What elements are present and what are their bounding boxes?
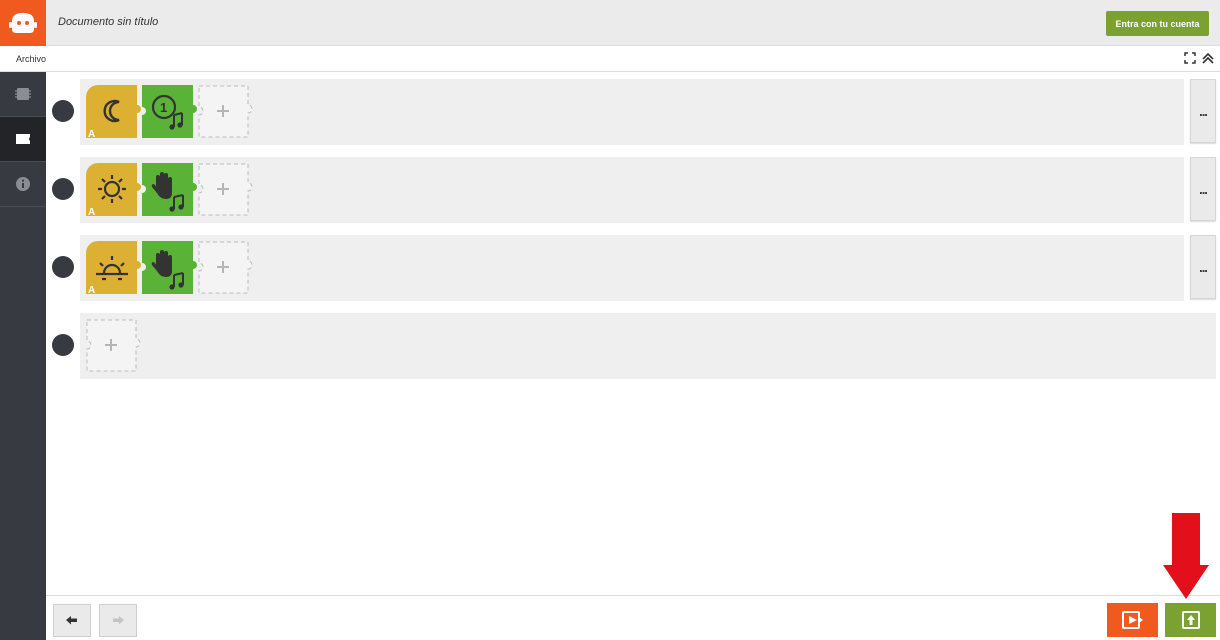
chip-icon (15, 88, 31, 100)
sidebar-item-software[interactable] (0, 117, 46, 162)
top-bar: Documento sin título Entra con tu cuenta (0, 0, 1220, 46)
fullscreen-icon[interactable] (1183, 51, 1197, 65)
sidebar-item-info[interactable] (0, 162, 46, 207)
add-block-slot[interactable] (198, 163, 253, 216)
rule-more-button[interactable]: ... (1190, 157, 1216, 221)
login-button[interactable]: Entra con tu cuenta (1106, 11, 1209, 36)
rule-toggle-dot[interactable] (52, 100, 74, 122)
sidebar (0, 72, 46, 640)
rule-row: A 1 (80, 79, 1184, 145)
action-block[interactable]: 1 (142, 85, 197, 138)
run-simulation-button[interactable] (1107, 603, 1158, 637)
add-block-slot[interactable] (86, 319, 141, 372)
rule-more-button[interactable]: ... (1190, 79, 1216, 143)
info-icon (16, 177, 30, 191)
rule-row: A (80, 235, 1184, 301)
workspace: A 1 ... A ... A ... (46, 72, 1220, 595)
undo-icon (66, 615, 77, 624)
upload-button[interactable] (1165, 603, 1216, 637)
action-block[interactable] (142, 241, 197, 294)
document-title[interactable]: Documento sin título (58, 16, 158, 28)
upload-icon (1181, 611, 1200, 629)
svg-text:A: A (88, 207, 95, 216)
event-block[interactable]: A (86, 241, 141, 294)
robot-logo-icon (9, 13, 37, 33)
event-block[interactable]: A (86, 85, 141, 138)
red-arrow-indicator-icon (1163, 513, 1209, 599)
rule-toggle-dot[interactable] (52, 256, 74, 278)
empty-rule-row (80, 313, 1216, 379)
board-icon (16, 134, 30, 144)
svg-text:A: A (88, 285, 95, 294)
undo-button[interactable] (53, 604, 91, 637)
rule-toggle-dot[interactable] (52, 334, 74, 356)
play-screen-icon (1121, 611, 1143, 629)
action-block[interactable] (142, 163, 197, 216)
svg-text:A: A (88, 129, 95, 138)
rule-more-button[interactable]: ... (1190, 235, 1216, 299)
sidebar-item-hardware[interactable] (0, 72, 46, 117)
svg-text:1: 1 (160, 100, 167, 115)
rule-row: A (80, 157, 1184, 223)
add-block-slot[interactable] (198, 85, 253, 138)
redo-button[interactable] (99, 604, 137, 637)
bitbloq-logo[interactable] (0, 0, 46, 46)
event-block[interactable]: A (86, 163, 141, 216)
menu-archivo[interactable]: Archivo (16, 54, 46, 64)
collapse-chevron-icon[interactable] (1201, 51, 1215, 65)
rule-toggle-dot[interactable] (52, 178, 74, 200)
footer-toolbar (46, 595, 1220, 640)
redo-icon (113, 615, 124, 624)
add-block-slot[interactable] (198, 241, 253, 294)
menu-bar: Archivo (0, 46, 1220, 72)
